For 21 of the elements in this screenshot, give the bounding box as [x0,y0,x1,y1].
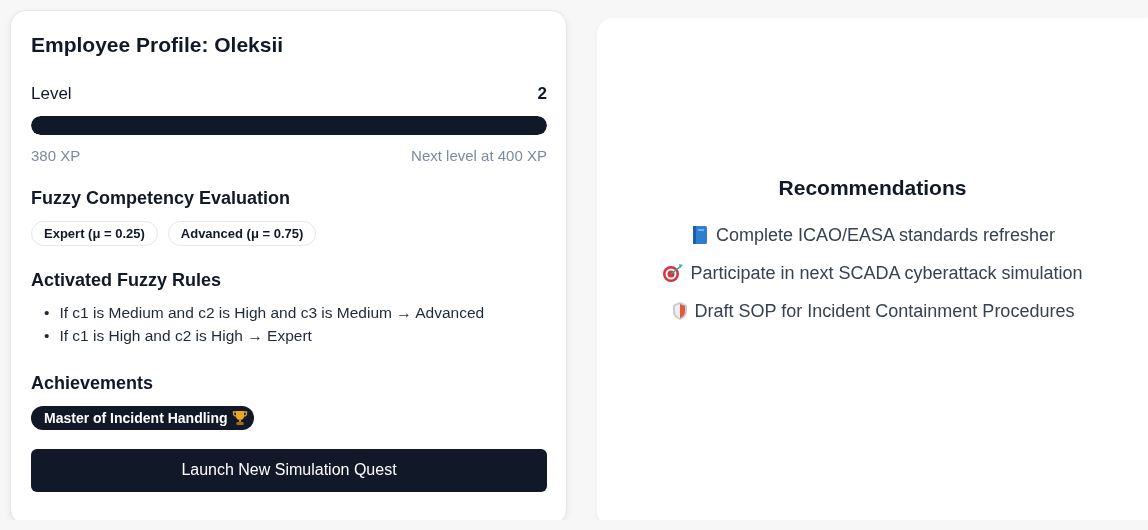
xp-text: 380 XP [31,147,81,164]
section-heading: Activated Fuzzy Rules [31,270,222,291]
level-label: Level [31,84,72,104]
trophy-icon [231,409,248,426]
rule-item: If c1 is Medium and c2 is High and c3 is Medium → Advanced [59,303,485,323]
launch-quest-button[interactable]: Launch New Simulation Quest [31,448,547,492]
shield-icon [670,300,689,321]
bullet: • [44,325,50,346]
achievement-label: Master of Incident Handling [44,409,228,426]
section-heading: Achievements [31,372,154,394]
recommendation-text: Complete ICAO/EASA standards refresher [715,223,1056,247]
section-heading: Fuzzy Competency Evaluation [31,188,291,209]
bullet: • [44,303,50,323]
recommendation-text: Draft SOP for Incident Containment Procedures [694,299,1075,323]
profile-title: Employee Profile: Oleksii [31,33,284,57]
rule-item: If c1 is High and c2 is High → Expert [59,325,312,346]
target-icon [662,262,685,283]
next-level-text: Next level at 400 XP [411,147,547,164]
recommendation-text: Participate in next SCADA cyberattack simulation [690,261,1083,285]
level-value: 2 [537,84,547,104]
recommendations-title: Recommendations [778,175,967,200]
